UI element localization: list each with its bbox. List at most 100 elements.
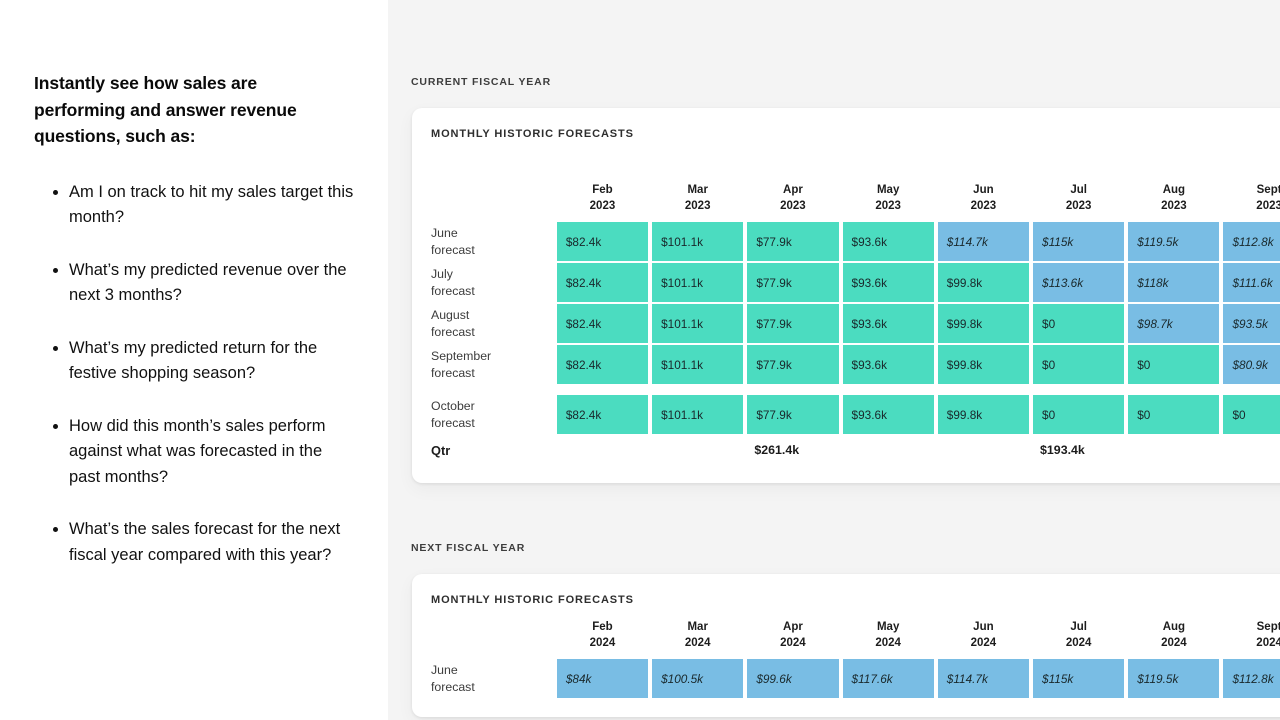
forecast-cell[interactable]: $99.8k: [935, 344, 1032, 385]
forecast-cell[interactable]: $117.6k: [840, 658, 936, 699]
forecast-cell[interactable]: $0: [1031, 303, 1127, 344]
forecast-cell[interactable]: $101.1k: [650, 303, 746, 344]
column-header-month: Feb: [592, 621, 613, 633]
table-corner-cell: [412, 182, 555, 221]
forecast-cell[interactable]: $77.9k: [745, 221, 841, 262]
bullet-dot-icon: [53, 345, 58, 351]
column-header-month: Sept: [1256, 621, 1280, 633]
list-item: What’s my predicted revenue over the nex…: [34, 258, 354, 309]
table-row[interactable]: June forecast $84k $100.5k $99.6k $117.6k $11…: [412, 658, 1280, 699]
table-row[interactable]: June forecast $82.4k $101.1k $77.9k $93.6k $1…: [412, 221, 1280, 262]
forecast-cell[interactable]: $82.4k: [554, 221, 651, 262]
forecast-cell[interactable]: $77.9k: [745, 262, 841, 303]
forecast-cell[interactable]: $82.4k: [554, 344, 651, 385]
list-item: What’s my predicted return for the festi…: [34, 336, 354, 387]
forecast-cell[interactable]: $82.4k: [554, 303, 651, 344]
forecast-cell[interactable]: $93.6k: [840, 303, 936, 344]
forecast-cell[interactable]: $101.1k: [650, 394, 746, 435]
app-preview-panel: CURRENT FISCAL YEAR MONTHLY HISTORIC FOR…: [388, 0, 1280, 720]
copy-panel: Instantly see how sales are performing a…: [0, 0, 388, 720]
slide-root: Instantly see how sales are performing a…: [0, 0, 1280, 720]
table-row[interactable]: July forecast $82.4k $101.1k $77.9k $93.6k $9…: [412, 262, 1280, 303]
forecast-cell[interactable]: $0: [1126, 394, 1222, 435]
column-header-sept: Sept 2023: [1221, 182, 1280, 221]
column-header-year: 2024: [1161, 637, 1187, 649]
list-item-label: What’s my predicted return for the festi…: [69, 338, 318, 383]
column-header-aug: Aug 2023: [1126, 182, 1221, 221]
forecast-cell[interactable]: $0: [1221, 394, 1280, 435]
forecast-cell[interactable]: $0: [1031, 344, 1127, 385]
column-header-aug: Aug 2024: [1126, 619, 1221, 658]
column-header-apr: Apr 2023: [745, 182, 840, 221]
table-row[interactable]: September forecast $82.4k $101.1k $77.9k $93…: [412, 344, 1280, 385]
next-fiscal-year-card: MONTHLY HISTORIC FORECASTS Feb 2024 Mar 202…: [412, 574, 1280, 717]
forecast-cell[interactable]: $82.4k: [554, 394, 651, 435]
forecast-cell[interactable]: $82.4k: [554, 262, 651, 303]
benefits-list: Am I on track to hit my sales target thi…: [34, 180, 354, 569]
quarter-total-cell: [840, 435, 936, 465]
forecast-cell[interactable]: $0: [1031, 394, 1127, 435]
column-header-year: 2023: [684, 200, 711, 212]
forecast-cell[interactable]: $100.5k: [650, 658, 746, 699]
forecast-cell[interactable]: $112.8k: [1221, 658, 1280, 699]
forecast-cell[interactable]: $93.5k: [1221, 303, 1280, 344]
forecast-cell[interactable]: $93.6k: [840, 394, 936, 435]
column-header-year: 2023: [1256, 200, 1280, 212]
forecast-cell[interactable]: $101.1k: [650, 344, 746, 385]
column-header-month: Jul: [1070, 184, 1087, 196]
table-row[interactable]: August forecast $82.4k $101.1k $77.9k $93.6k…: [412, 303, 1280, 344]
list-item: Am I on track to hit my sales target thi…: [34, 180, 354, 231]
forecast-cell[interactable]: $0: [1126, 344, 1222, 385]
forecast-cell[interactable]: $119.5k: [1126, 658, 1222, 699]
column-header-feb: Feb 2023: [555, 182, 650, 221]
forecast-cell[interactable]: $115k: [1031, 221, 1127, 262]
forecast-cell[interactable]: $99.8k: [935, 262, 1032, 303]
forecast-cell[interactable]: $114.7k: [935, 658, 1032, 699]
column-header-year: 2024: [970, 637, 997, 649]
column-header-month: Jun: [973, 621, 994, 633]
column-header-jun: Jun 2024: [936, 619, 1031, 658]
quarter-total-cell: $193.4k: [1031, 435, 1127, 465]
forecast-cell[interactable]: $99.8k: [935, 303, 1032, 344]
forecast-cell[interactable]: $80.9k: [1221, 344, 1280, 385]
forecast-cell[interactable]: $101.1k: [650, 221, 746, 262]
quarter-total-cell: $261.4k: [745, 435, 841, 465]
spacer-cell: [412, 385, 1280, 394]
next-fiscal-year-label: NEXT FISCAL YEAR: [411, 542, 526, 554]
forecast-cell[interactable]: $98.7k: [1126, 303, 1222, 344]
forecast-cell[interactable]: $111.6k: [1221, 262, 1280, 303]
list-item: How did this month’s sales perform again…: [34, 414, 354, 491]
column-header-month: Feb: [592, 184, 613, 196]
bullet-dot-icon: [53, 189, 58, 195]
quarter-total-cell: [650, 435, 746, 465]
forecast-cell[interactable]: $118k: [1126, 262, 1222, 303]
quarter-total-cell: [1221, 435, 1280, 465]
column-header-year: 2024: [780, 637, 806, 649]
forecast-cell[interactable]: $114.7k: [935, 221, 1032, 262]
quarter-total-cell: [1126, 435, 1222, 465]
column-header-month: Aug: [1162, 621, 1186, 633]
forecast-cell[interactable]: $84k: [554, 658, 651, 699]
forecast-cell[interactable]: $119.5k: [1126, 221, 1222, 262]
forecast-cell[interactable]: $77.9k: [745, 344, 841, 385]
forecast-cell[interactable]: $115k: [1031, 658, 1127, 699]
forecast-cell[interactable]: $93.6k: [840, 344, 936, 385]
row-label: June forecast: [412, 221, 555, 262]
column-header-month: Apr: [783, 621, 803, 633]
forecast-cell[interactable]: $99.6k: [745, 658, 841, 699]
forecast-cell[interactable]: $77.9k: [745, 303, 841, 344]
forecast-cell[interactable]: $99.8k: [935, 394, 1032, 435]
forecast-cell[interactable]: $101.1k: [650, 262, 746, 303]
column-header-month: Aug: [1162, 184, 1186, 196]
forecast-cell[interactable]: $112.8k: [1221, 221, 1280, 262]
row-label: September forecast: [412, 344, 555, 385]
forecast-cell[interactable]: $113.6k: [1031, 262, 1127, 303]
forecast-cell[interactable]: $93.6k: [840, 262, 936, 303]
column-header-month: Mar: [687, 621, 708, 633]
forecast-cell[interactable]: $93.6k: [840, 221, 936, 262]
forecast-cell[interactable]: $77.9k: [745, 394, 841, 435]
column-header-year: 2023: [589, 200, 616, 212]
column-header-year: 2023: [780, 200, 806, 212]
column-header-year: 2024: [589, 637, 616, 649]
table-row[interactable]: October forecast $82.4k $101.1k $77.9k $93.6…: [412, 394, 1280, 435]
